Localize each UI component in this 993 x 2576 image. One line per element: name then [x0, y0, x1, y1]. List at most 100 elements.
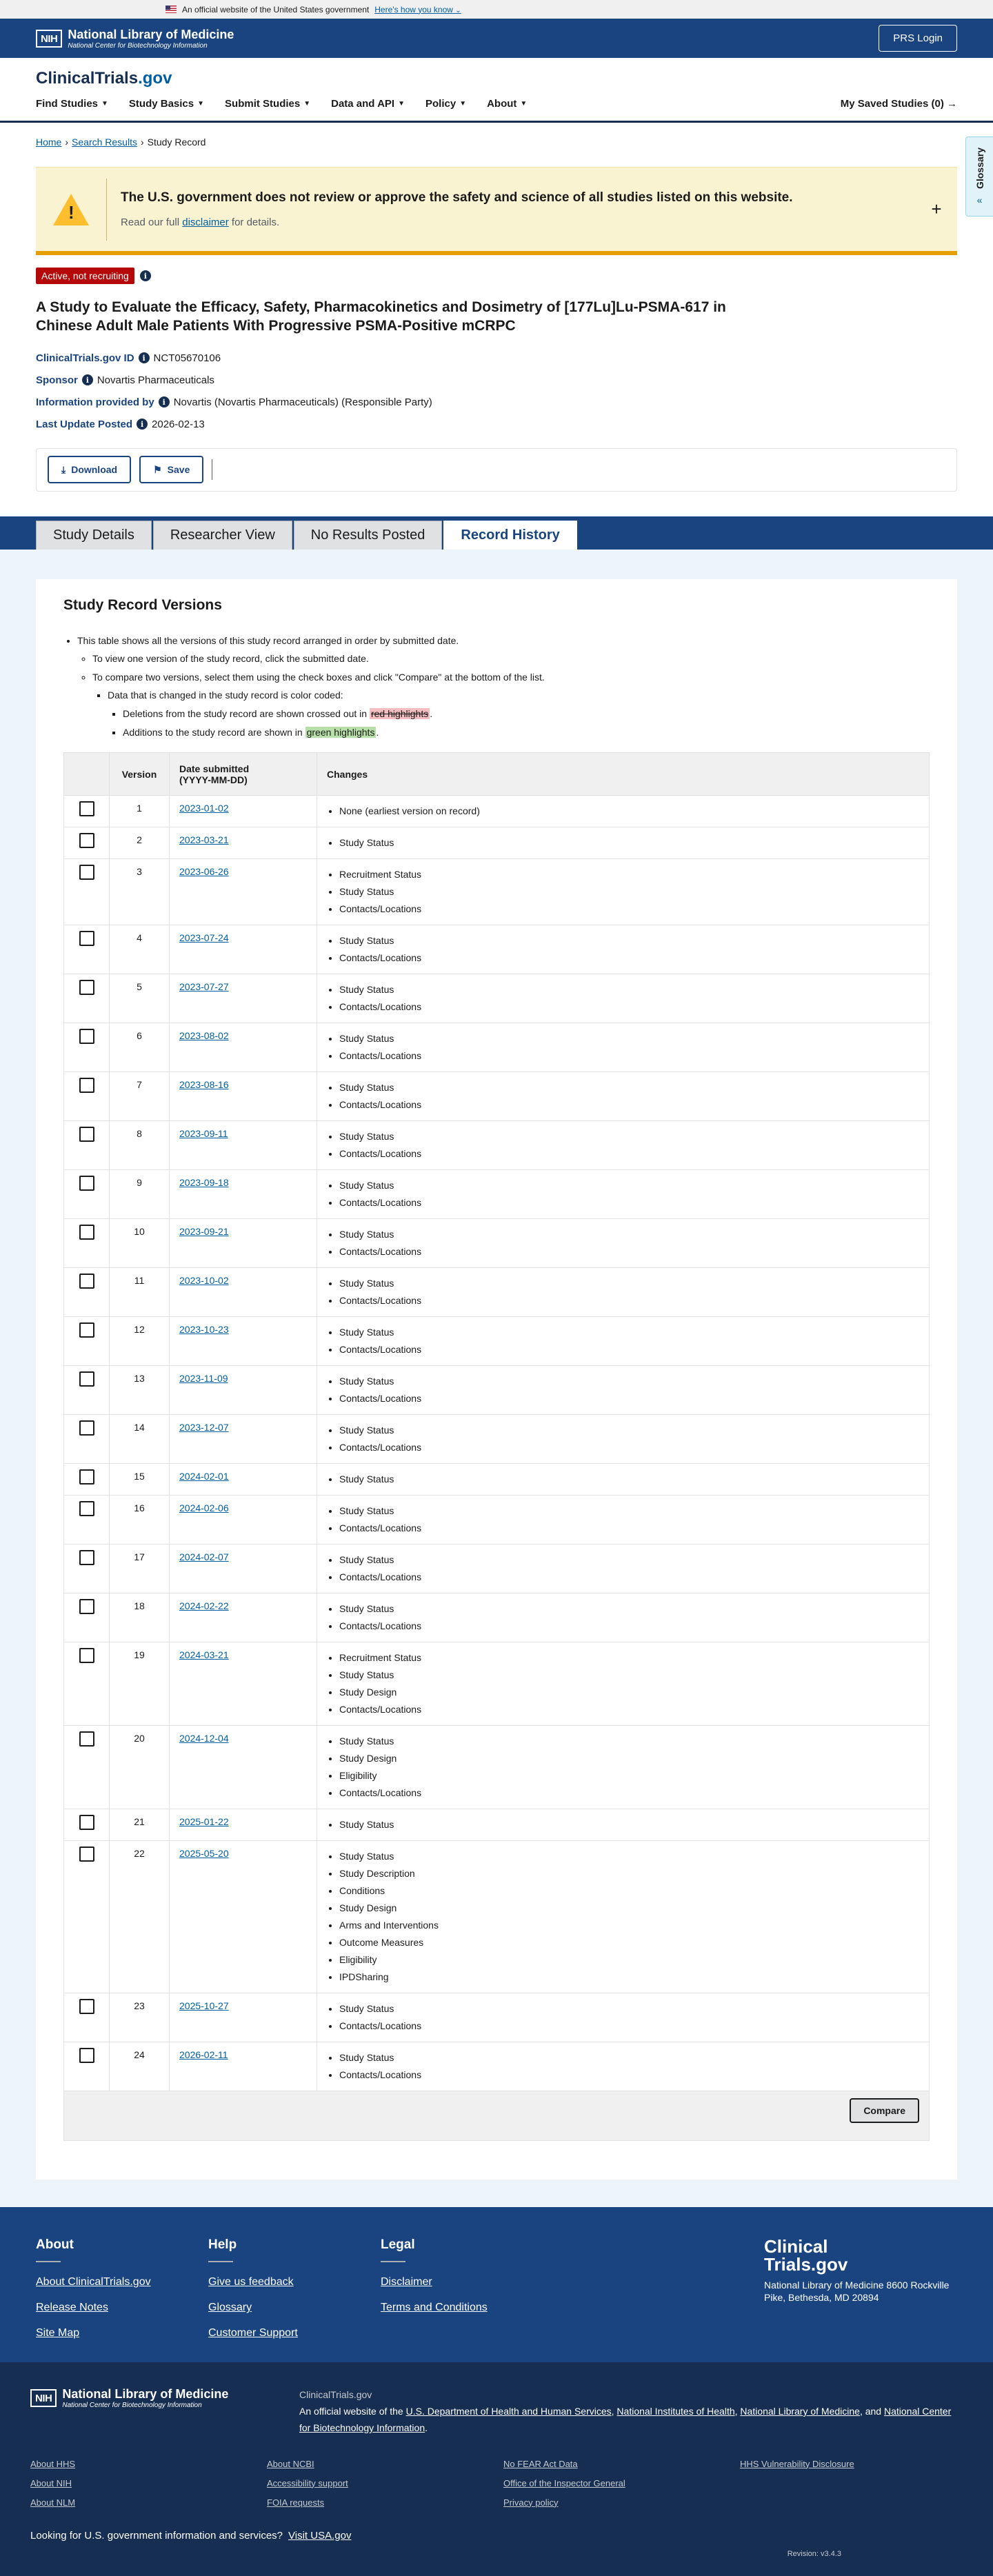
info-icon[interactable]: i	[138, 352, 150, 364]
compare-button[interactable]: Compare	[850, 2098, 919, 2124]
version-checkbox[interactable]	[79, 1274, 94, 1289]
my-saved-studies-link[interactable]: My Saved Studies (0) →	[841, 98, 957, 110]
expand-plus-icon[interactable]: +	[916, 199, 957, 220]
submitted-date-link[interactable]: 2023-12-07	[179, 1422, 229, 1433]
footer-link[interactable]: About NIH	[30, 2478, 267, 2488]
save-button[interactable]: ⚑ Save	[139, 456, 204, 484]
footer-link[interactable]: Disclaimer	[381, 2276, 553, 2288]
footer-logo[interactable]: Clinical Trials.gov	[764, 2237, 957, 2273]
submitted-date-link[interactable]: 2023-08-02	[179, 1030, 229, 1041]
tab-record-history[interactable]: Record History	[443, 520, 577, 550]
version-checkbox[interactable]	[79, 801, 94, 817]
version-checkbox[interactable]	[79, 1420, 94, 1436]
footer-link[interactable]: No FEAR Act Data	[503, 2459, 740, 2469]
submitted-date-link[interactable]: 2025-01-22	[179, 1816, 229, 1827]
submitted-date-link[interactable]: 2023-07-24	[179, 932, 229, 943]
submitted-date-link[interactable]: 2024-12-04	[179, 1733, 229, 1744]
footer-link[interactable]: Site Map	[36, 2327, 208, 2339]
nav-study-basics[interactable]: Study Basics ▼	[129, 98, 204, 110]
footer-link[interactable]: Release Notes	[36, 2302, 208, 2314]
download-button[interactable]: ⤓ Download	[48, 456, 132, 484]
version-checkbox[interactable]	[79, 1029, 94, 1045]
footer-link[interactable]: Privacy policy	[503, 2497, 740, 2508]
footer-link[interactable]: About ClinicalTrials.gov	[36, 2276, 208, 2288]
version-checkbox[interactable]	[79, 2048, 94, 2064]
dhhs-link[interactable]: U.S. Department of Health and Human Serv…	[406, 2406, 612, 2417]
info-icon[interactable]: i	[139, 270, 151, 281]
prs-login-button[interactable]: PRS Login	[879, 25, 957, 52]
submitted-date-link[interactable]: 2025-10-27	[179, 2000, 229, 2011]
submitted-date-link[interactable]: 2023-01-02	[179, 803, 229, 814]
footer-link[interactable]: Terms and Conditions	[381, 2302, 553, 2314]
footer-link[interactable]: Office of the Inspector General	[503, 2478, 740, 2488]
submitted-date-link[interactable]: 2023-06-26	[179, 866, 229, 877]
footer-link[interactable]: About NCBI	[267, 2459, 503, 2469]
info-icon[interactable]: i	[158, 396, 170, 408]
submitted-date-link[interactable]: 2024-02-22	[179, 1600, 229, 1611]
footer-link[interactable]: About NLM	[30, 2497, 267, 2508]
version-checkbox[interactable]	[79, 1469, 94, 1485]
submitted-date-link[interactable]: 2023-03-21	[179, 834, 229, 845]
version-checkbox[interactable]	[79, 931, 94, 947]
version-checkbox[interactable]	[79, 1731, 94, 1747]
tab-study-details[interactable]: Study Details	[36, 520, 152, 550]
nlm-logo[interactable]: NIH National Library of Medicine Nationa…	[36, 28, 234, 50]
submitted-date-link[interactable]: 2023-11-09	[179, 1373, 228, 1384]
nav-submit-studies[interactable]: Submit Studies ▼	[225, 98, 310, 110]
site-logo[interactable]: ClinicalTrials.gov	[36, 58, 957, 98]
tab-no-results-posted[interactable]: No Results Posted	[293, 520, 443, 550]
glossary-tab[interactable]: Glossary «	[965, 137, 993, 217]
version-checkbox[interactable]	[79, 1078, 94, 1094]
footer-link[interactable]: Accessibility support	[267, 2478, 503, 2488]
version-checkbox[interactable]	[79, 1225, 94, 1240]
version-checkbox[interactable]	[79, 1550, 94, 1566]
submitted-date-link[interactable]: 2024-03-21	[179, 1649, 229, 1660]
version-checkbox[interactable]	[79, 865, 94, 881]
tab-researcher-view[interactable]: Researcher View	[152, 520, 292, 550]
submitted-date-link[interactable]: 2023-09-21	[179, 1226, 229, 1237]
nav-about[interactable]: About ▼	[487, 98, 527, 110]
submitted-date-link[interactable]: 2023-10-02	[179, 1275, 229, 1286]
submitted-date-link[interactable]: 2025-05-20	[179, 1848, 229, 1859]
submitted-date-link[interactable]: 2026-02-11	[179, 2049, 228, 2060]
footer-link[interactable]: Customer Support	[208, 2327, 381, 2339]
nlm-footer-logo[interactable]: NIH National Library of Medicine Nationa…	[30, 2387, 258, 2409]
info-icon[interactable]: i	[81, 374, 93, 386]
nav-data-and-api[interactable]: Data and API ▼	[331, 98, 405, 110]
version-checkbox[interactable]	[79, 1322, 94, 1338]
visit-usa-gov-link[interactable]: Visit USA.gov	[288, 2530, 351, 2542]
nih-link[interactable]: National Institutes of Health	[616, 2406, 734, 2417]
submitted-date-link[interactable]: 2023-09-11	[179, 1128, 228, 1139]
footer-link[interactable]: About HHS	[30, 2459, 267, 2469]
submitted-date-link[interactable]: 2024-02-06	[179, 1502, 229, 1513]
footer-link[interactable]: HHS Vulnerability Disclosure	[740, 2459, 976, 2469]
version-checkbox[interactable]	[79, 1847, 94, 1862]
breadcrumb-home[interactable]: Home	[36, 137, 61, 148]
heres-how-you-know-link[interactable]: Here's how you know ⌄	[374, 5, 461, 14]
footer-link[interactable]: FOIA requests	[267, 2497, 503, 2508]
submitted-date-link[interactable]: 2024-02-07	[179, 1551, 229, 1562]
version-checkbox[interactable]	[79, 1501, 94, 1517]
nav-policy[interactable]: Policy ▼	[425, 98, 466, 110]
breadcrumb-search-results[interactable]: Search Results	[72, 137, 137, 148]
submitted-date-link[interactable]: 2024-02-01	[179, 1471, 229, 1482]
submitted-date-link[interactable]: 2023-08-16	[179, 1079, 229, 1090]
version-checkbox[interactable]	[79, 1815, 94, 1831]
version-checkbox[interactable]	[79, 1371, 94, 1387]
footer-link[interactable]: Glossary	[208, 2302, 381, 2314]
footer-link[interactable]: Give us feedback	[208, 2276, 381, 2288]
version-checkbox[interactable]	[79, 980, 94, 996]
version-checkbox[interactable]	[79, 1648, 94, 1664]
submitted-date-link[interactable]: 2023-10-23	[179, 1324, 229, 1335]
version-checkbox[interactable]	[79, 1599, 94, 1615]
nav-find-studies[interactable]: Find Studies ▼	[36, 98, 108, 110]
version-checkbox[interactable]	[79, 1176, 94, 1191]
submitted-date-link[interactable]: 2023-07-27	[179, 981, 229, 992]
disclaimer-link[interactable]: disclaimer	[182, 217, 229, 228]
nlm-link[interactable]: National Library of Medicine	[740, 2406, 860, 2417]
version-checkbox[interactable]	[79, 1127, 94, 1143]
version-checkbox[interactable]	[79, 1999, 94, 2015]
info-icon[interactable]: i	[137, 419, 148, 430]
version-checkbox[interactable]	[79, 833, 94, 849]
submitted-date-link[interactable]: 2023-09-18	[179, 1177, 229, 1188]
